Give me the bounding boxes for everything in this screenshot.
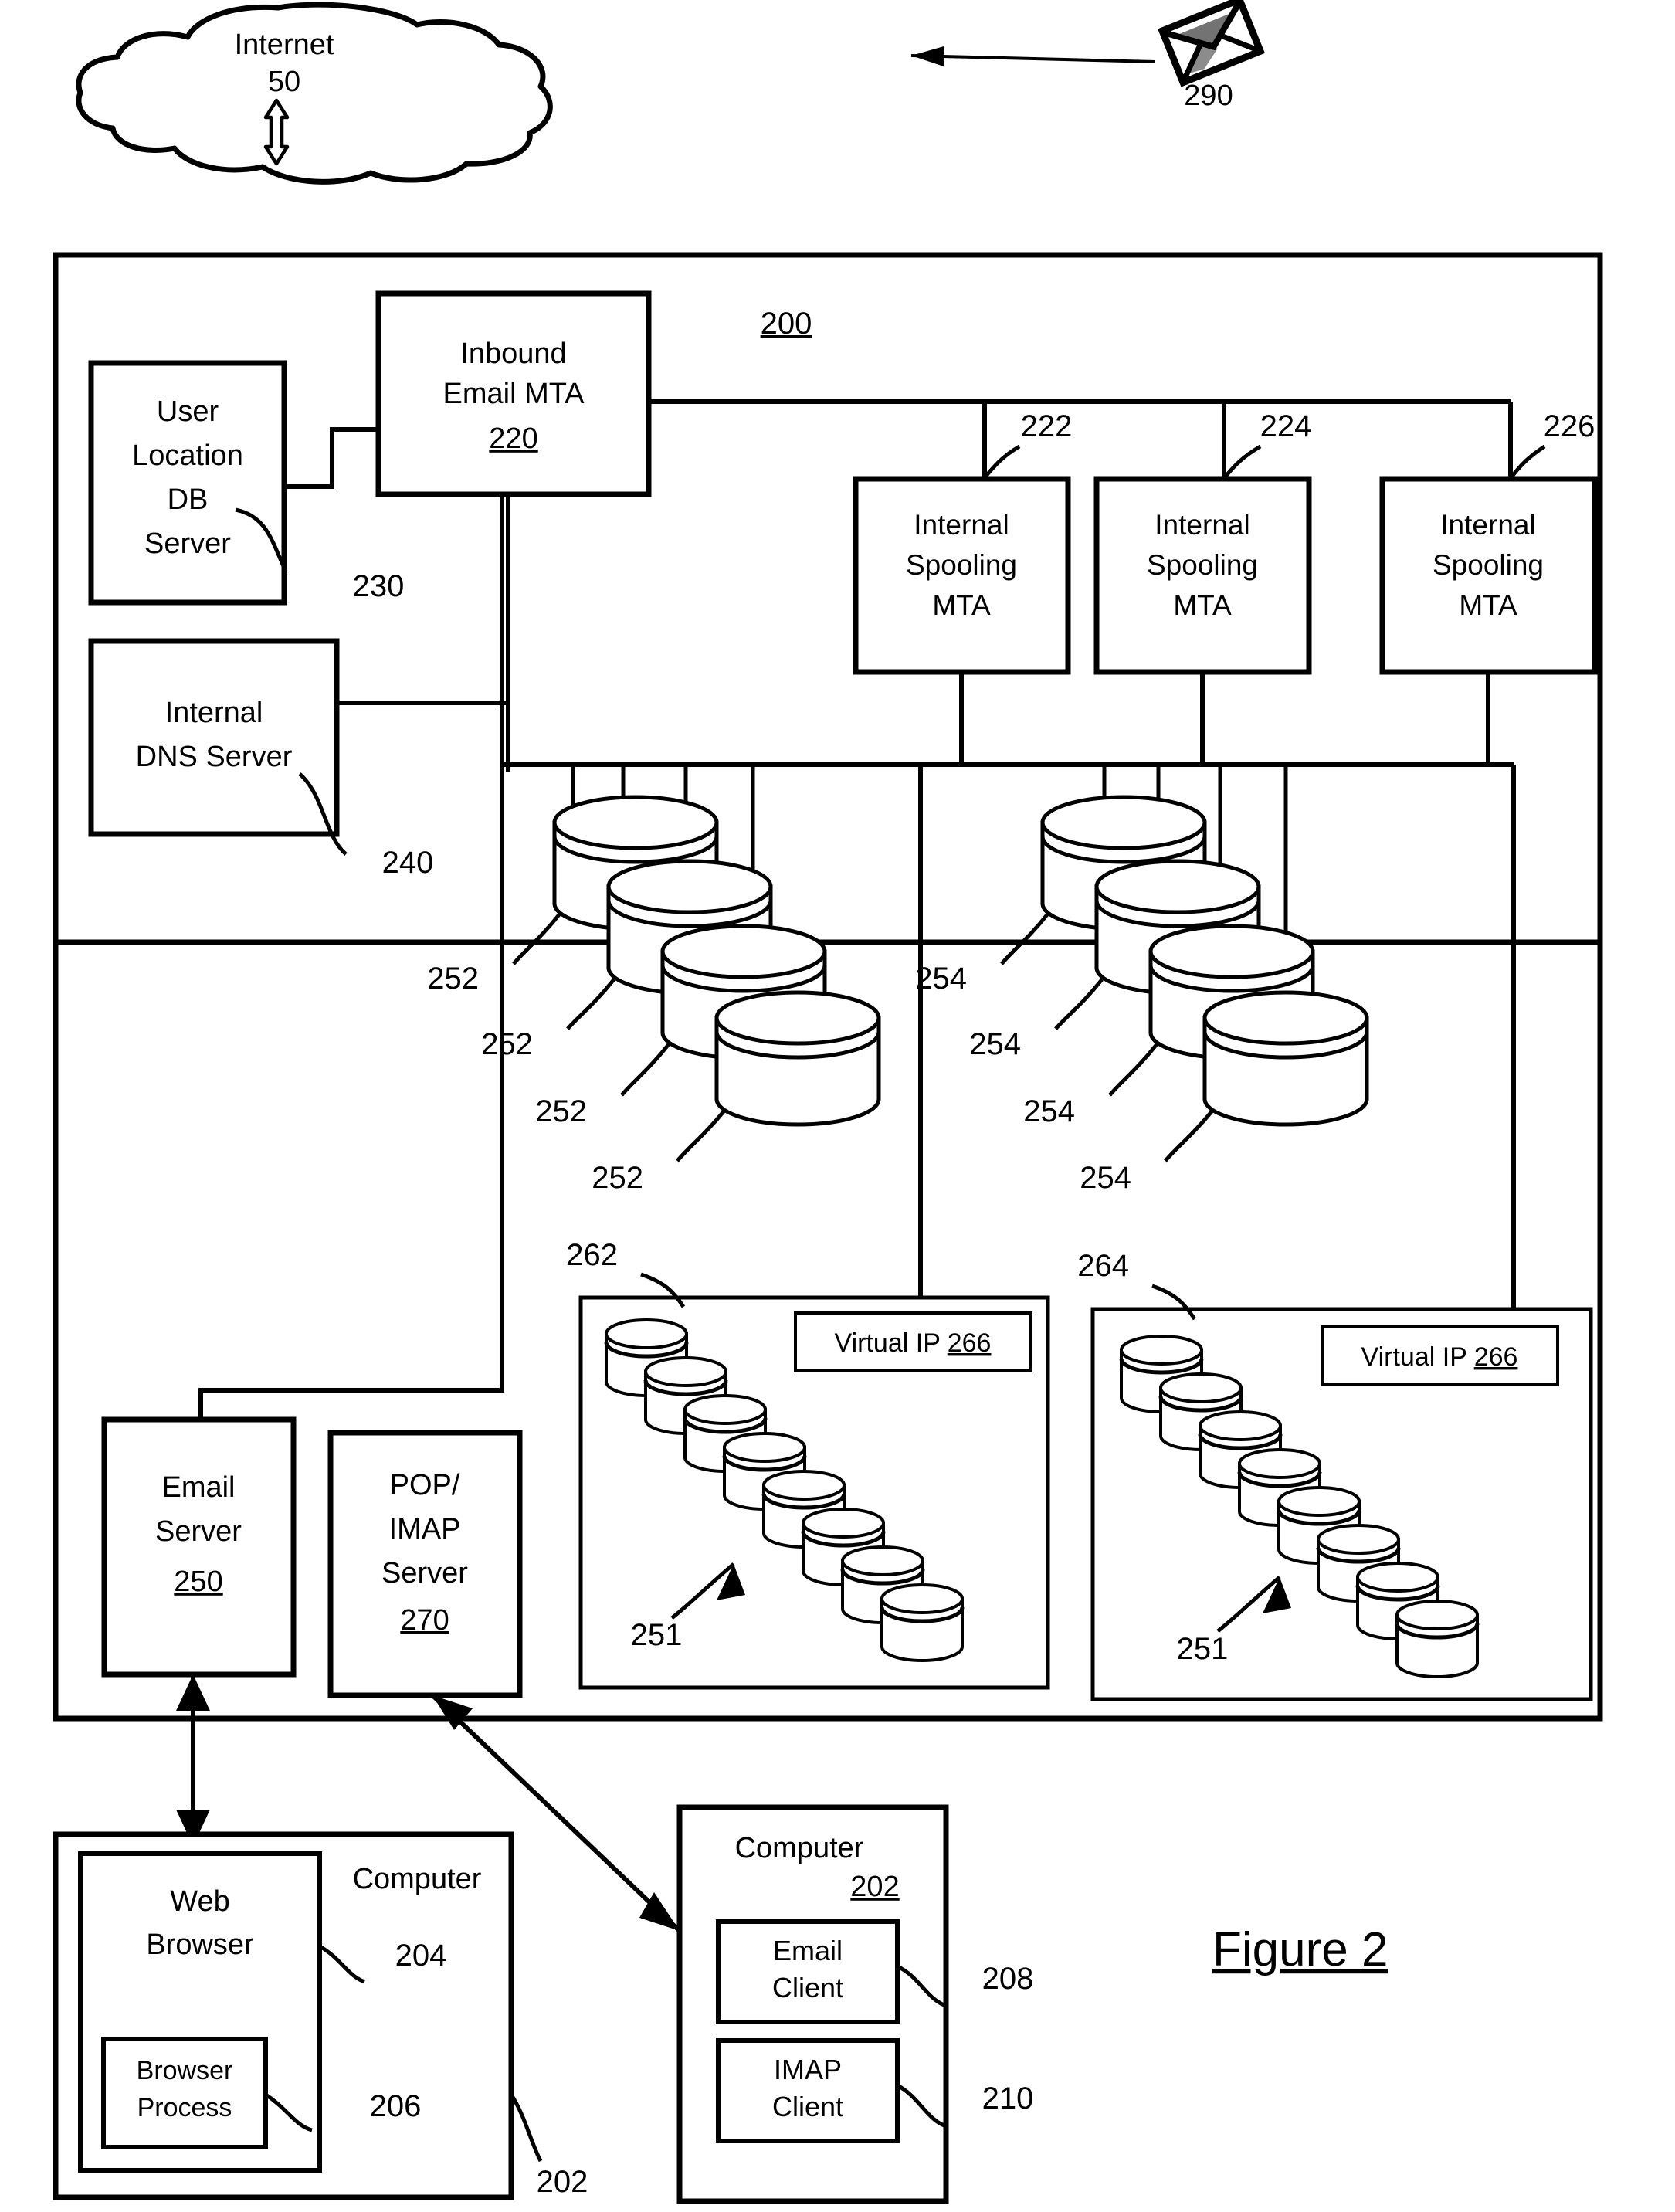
- computer-left-number: 202: [537, 2165, 588, 2199]
- browser-process-number: 206: [370, 2089, 422, 2123]
- mta1-line1: Internal: [914, 509, 1009, 541]
- system-boundary-box: [53, 252, 1603, 945]
- imap-client-line1: IMAP: [774, 2054, 842, 2085]
- figure-canvas: Internet 50 290 200 Inbound Email MTA 22…: [53, 0, 1603, 2204]
- computer-left-box[interactable]: Computer Web Browser Browser Process 204…: [53, 1831, 588, 2200]
- email-server-line2: Server: [155, 1515, 242, 1548]
- imap-client-number: 210: [982, 2081, 1034, 2115]
- user-location-db-number: 230: [353, 569, 405, 603]
- mta1-line2: Spooling: [906, 549, 1017, 581]
- cluster-264: Virtual IP 266 251: [1090, 1307, 1593, 1701]
- cluster-262-number: 262: [566, 1238, 618, 1272]
- computer-right-number: 202: [850, 1871, 899, 1903]
- cluster-264-number: 264: [1077, 1249, 1129, 1283]
- internal-spooling-mta-3[interactable]: Internal Spooling MTA: [1379, 476, 1598, 675]
- email-server-line1: Email: [161, 1471, 235, 1504]
- email-server-number: 250: [174, 1566, 222, 1598]
- inbound-mta-line2: Email MTA: [443, 378, 585, 410]
- uldb-line2: Location: [132, 439, 243, 472]
- storage-disk: [1202, 990, 1369, 1127]
- web-browser-line2: Browser: [146, 1929, 254, 1961]
- mta1-line3: MTA: [932, 589, 991, 621]
- imap-client-box[interactable]: IMAP Client: [716, 2038, 900, 2143]
- popimap-line2: IMAP: [389, 1513, 461, 1545]
- system-number-label: 200: [761, 307, 812, 341]
- uldb-line4: Server: [144, 528, 231, 560]
- virtual-ip-262-text: Virtual IP 266: [835, 1328, 992, 1358]
- store-label-252-b: 252: [481, 1027, 533, 1061]
- mta2-line1: Internal: [1155, 509, 1249, 541]
- pop-imap-server-box[interactable]: POP/ IMAP Server 270: [327, 1430, 523, 1698]
- popimap-line1: POP/: [390, 1469, 460, 1501]
- small-disk: [880, 1583, 965, 1662]
- browser-process-box[interactable]: Browser Process: [101, 2037, 268, 2149]
- internal-dns-number: 240: [382, 846, 434, 880]
- email-client-box[interactable]: Email Client: [716, 1919, 900, 2024]
- mta2-line3: MTA: [1173, 589, 1232, 621]
- uldb-line1: User: [157, 395, 219, 428]
- store-label-254-b: 254: [969, 1027, 1021, 1061]
- email-client-line2: Client: [772, 1972, 843, 2003]
- cluster-264-virtual-ip-box[interactable]: Virtual IP 266: [1321, 1325, 1559, 1386]
- browser-process-line2: Process: [137, 2093, 232, 2122]
- web-browser-line1: Web: [170, 1885, 229, 1918]
- cluster-264-disk-label: 251: [1177, 1632, 1229, 1666]
- uldb-line3: DB: [168, 483, 209, 516]
- internal-dns-server-box[interactable]: Internal DNS Server: [88, 638, 340, 837]
- store-label-252-a: 252: [427, 962, 479, 996]
- cloud-number-label: 50: [268, 66, 300, 98]
- email-client-number: 208: [982, 1962, 1034, 1996]
- mta1-number: 222: [1021, 409, 1073, 443]
- computer-right-box[interactable]: Computer 202 Email Client IMAP Client 20…: [676, 1804, 1034, 2204]
- mta3-line1: Internal: [1440, 509, 1535, 541]
- computer-left-title: Computer: [353, 1863, 482, 1895]
- virtual-ip-264-text: Virtual IP 266: [1361, 1342, 1518, 1372]
- web-browser-number: 204: [395, 1939, 447, 1973]
- mta2-number: 224: [1260, 409, 1312, 443]
- mta-to-email-server-connector: [198, 494, 504, 1420]
- store-label-254-d: 254: [1080, 1161, 1131, 1195]
- browser-process-line1: Browser: [137, 2056, 233, 2085]
- arrow-to-cloud: [911, 46, 944, 66]
- figure-caption: Figure 2: [1212, 1923, 1388, 1976]
- internet-cloud: Internet 50: [76, 2, 553, 185]
- cluster-262-disk-label: 251: [631, 1618, 683, 1652]
- cloud-name-label: Internet: [235, 29, 334, 61]
- web-browser-box[interactable]: Web Browser Browser Process: [78, 1851, 322, 2173]
- mta3-line2: Spooling: [1433, 549, 1544, 581]
- imap-client-line2: Client: [772, 2091, 843, 2122]
- computer-right-title: Computer: [735, 1832, 864, 1864]
- popimap-number: 270: [400, 1604, 449, 1637]
- store-label-252-d: 252: [592, 1161, 643, 1195]
- mta3-line3: MTA: [1459, 589, 1517, 621]
- patent-figure-sheet: Internet 50 290 200 Inbound Email MTA 22…: [0, 0, 1675, 2212]
- small-disk: [1395, 1600, 1480, 1678]
- email-envelope-icon: [1158, 0, 1265, 87]
- inbound-mta-line1: Inbound: [460, 338, 566, 370]
- store-label-252-c: 252: [535, 1094, 587, 1128]
- store-label-254-c: 254: [1023, 1094, 1075, 1128]
- inbound-email-mta-box[interactable]: Inbound Email MTA 220: [375, 290, 652, 497]
- user-location-db-server-box[interactable]: User Location DB Server: [88, 360, 287, 606]
- mta2-line2: Spooling: [1147, 549, 1258, 581]
- popimap-line3: Server: [381, 1557, 468, 1589]
- envelope-number-label: 290: [1184, 80, 1233, 112]
- mta3-number: 226: [1544, 409, 1595, 443]
- dns-line1: Internal: [165, 697, 263, 729]
- email-client-line1: Email: [773, 1935, 843, 1966]
- cluster-262-virtual-ip-box[interactable]: Virtual IP 266: [794, 1311, 1032, 1372]
- dns-line2: DNS Server: [136, 741, 293, 773]
- internal-spooling-mta-1[interactable]: Internal Spooling MTA: [853, 476, 1071, 675]
- inbound-mta-number: 220: [489, 422, 537, 455]
- internal-spooling-mta-2[interactable]: Internal Spooling MTA: [1093, 476, 1312, 675]
- store-label-254-a: 254: [915, 962, 967, 996]
- storage-disk: [714, 990, 881, 1127]
- email-server-box[interactable]: Email Server 250: [101, 1416, 297, 1678]
- email-server-to-browser-connector: [176, 1674, 210, 1846]
- cluster-262: Virtual IP 266 251: [578, 1295, 1050, 1690]
